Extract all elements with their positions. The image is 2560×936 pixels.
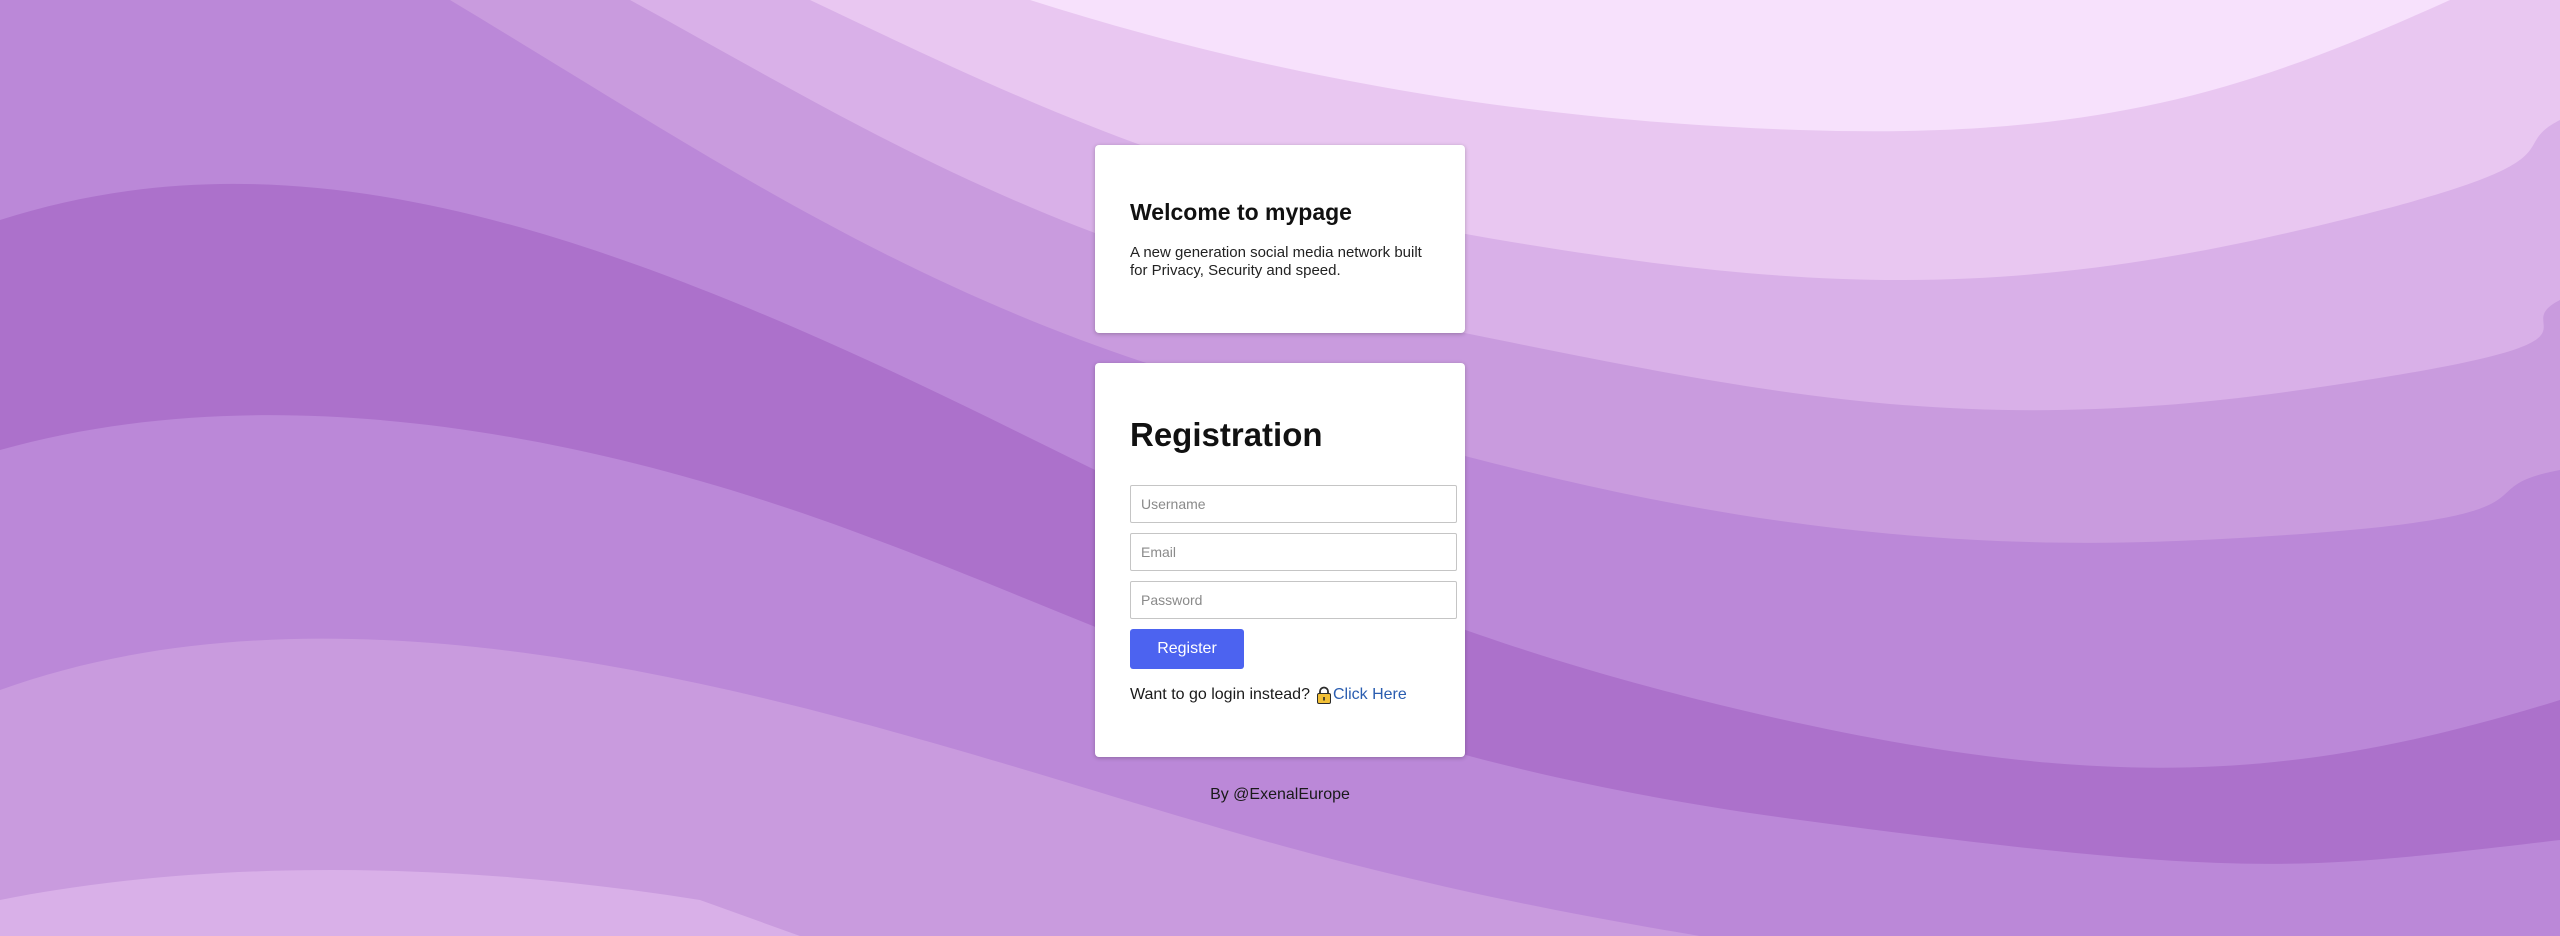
- lock-icon: [1316, 686, 1332, 705]
- welcome-title: Welcome to mypage: [1130, 199, 1352, 225]
- login-prompt-line: Want to go login instead? Click Here: [1130, 686, 1430, 705]
- footer-credit: By @ExenalEurope: [1210, 786, 1350, 803]
- password-input[interactable]: [1130, 581, 1457, 620]
- login-link[interactable]: Click Here: [1333, 686, 1407, 704]
- login-prompt-text: Want to go login instead?: [1130, 686, 1310, 704]
- register-button[interactable]: Register: [1130, 629, 1244, 670]
- registration-title: Registration: [1130, 416, 1323, 453]
- registration-card: Registration Register Want to go login i…: [1095, 363, 1465, 757]
- page-content: Welcome to mypage A new generation socia…: [0, 0, 2560, 936]
- username-input[interactable]: [1130, 485, 1457, 524]
- welcome-description: A new generation social media network bu…: [1130, 243, 1422, 279]
- welcome-card: Welcome to mypage A new generation socia…: [1095, 145, 1465, 333]
- email-input[interactable]: [1130, 533, 1457, 572]
